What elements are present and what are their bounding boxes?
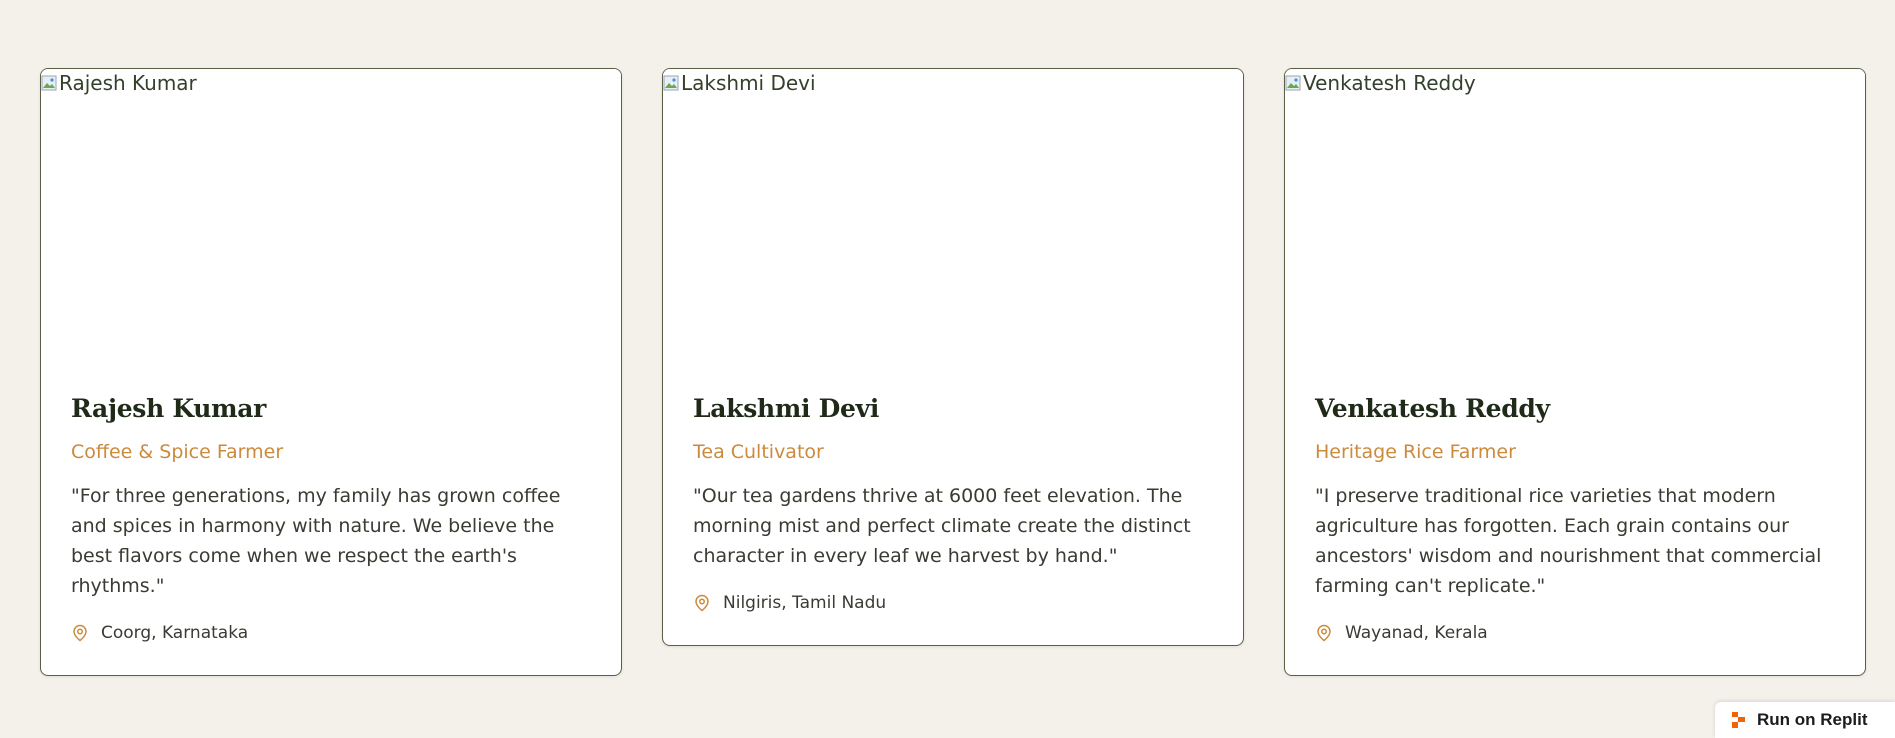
farmer-role: Heritage Rice Farmer	[1315, 441, 1516, 463]
broken-image-icon	[41, 75, 57, 91]
map-pin-icon	[1317, 624, 1331, 642]
farmer-quote: "Our tea gardens thrive at 6000 feet ele…	[693, 485, 1191, 567]
broken-image: Lakshmi Devi	[663, 71, 816, 95]
farmer-name: Venkatesh Reddy	[1315, 394, 1550, 423]
farmer-card: Rajesh Kumar Rajesh Kumar Coffee & Spice…	[40, 68, 622, 676]
location-text: Coorg, Karnataka	[101, 623, 249, 643]
farmer-cards: Rajesh Kumar Rajesh Kumar Coffee & Spice…	[40, 68, 1866, 676]
replit-logo-icon	[1732, 712, 1745, 728]
farmer-quote: "For three generations, my family has gr…	[71, 485, 561, 597]
farmer-role: Coffee & Spice Farmer	[71, 441, 284, 463]
farmer-card: Lakshmi Devi Lakshmi Devi Tea Cultivator…	[662, 68, 1244, 646]
location-text: Nilgiris, Tamil Nadu	[723, 593, 887, 613]
image-alt-text: Rajesh Kumar	[59, 71, 197, 95]
farmer-location: Wayanad, Kerala	[1315, 621, 1835, 645]
farmer-card: Venkatesh Reddy Venkatesh Reddy Heritage…	[1284, 68, 1866, 676]
farmer-location: Nilgiris, Tamil Nadu	[693, 591, 1213, 615]
farmer-photo: Venkatesh Reddy	[1285, 69, 1865, 391]
location-text: Wayanad, Kerala	[1345, 623, 1488, 643]
farmer-photo: Rajesh Kumar	[41, 69, 621, 391]
run-on-replit-label: Run on Replit	[1757, 710, 1868, 729]
map-pin-icon	[695, 594, 709, 612]
farmer-role: Tea Cultivator	[693, 441, 824, 463]
broken-image: Rajesh Kumar	[41, 71, 197, 95]
farmer-name: Rajesh Kumar	[71, 394, 267, 423]
image-alt-text: Venkatesh Reddy	[1303, 71, 1476, 95]
broken-image: Venkatesh Reddy	[1285, 71, 1476, 95]
broken-image-icon	[663, 75, 679, 91]
broken-image-icon	[1285, 75, 1301, 91]
farmer-quote: "I preserve traditional rice varieties t…	[1315, 485, 1822, 597]
image-alt-text: Lakshmi Devi	[681, 71, 816, 95]
map-pin-icon	[73, 624, 87, 642]
farmer-name: Lakshmi Devi	[693, 394, 880, 423]
farmer-location: Coorg, Karnataka	[71, 621, 591, 645]
farmer-photo: Lakshmi Devi	[663, 69, 1243, 391]
